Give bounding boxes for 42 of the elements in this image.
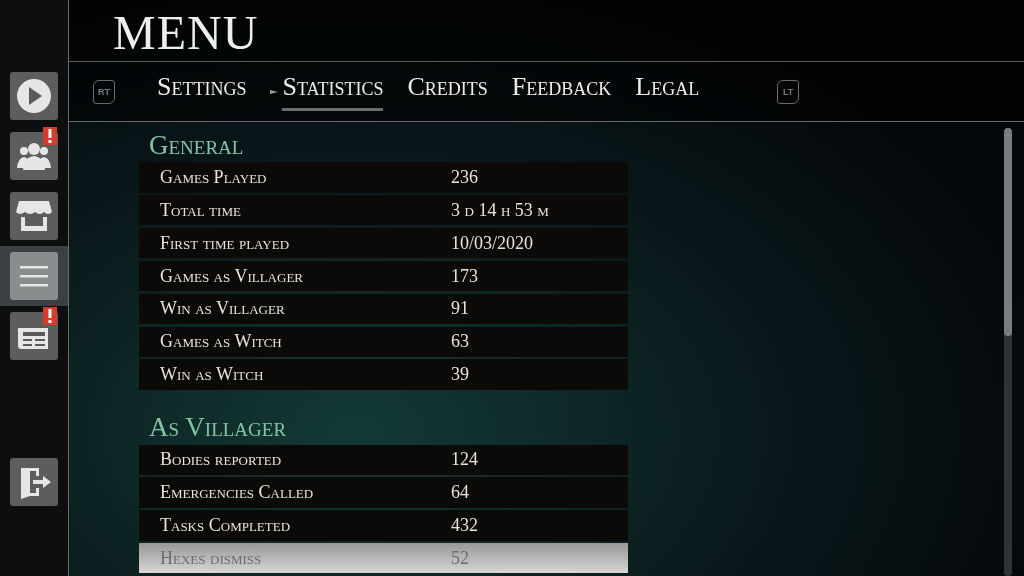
sidebar-button[interactable] [10, 252, 58, 300]
stat-label: Hexes dismiss [159, 547, 263, 569]
tab[interactable]: Credits [407, 72, 488, 111]
stat-label: First time played [159, 232, 291, 254]
section-heading: As Villager [148, 411, 288, 445]
stat-value: 91 [451, 298, 470, 320]
tab[interactable]: Statistics [282, 72, 384, 111]
stat-value: 63 [451, 331, 470, 353]
sidebar-button[interactable] [10, 72, 58, 120]
play-icon [14, 76, 54, 116]
sidebar-button[interactable] [10, 312, 58, 360]
stat-value: 173 [451, 265, 479, 287]
stat-label: Games Played [159, 166, 268, 188]
pointer-icon [270, 87, 279, 96]
shoulder-key-hint: LT [777, 79, 800, 104]
tab[interactable]: Legal [635, 72, 700, 111]
section-heading: General [148, 129, 245, 162]
tab[interactable]: Feedback [511, 72, 612, 111]
stat-value: 432 [451, 514, 479, 536]
stat-label: Win as Villager [159, 298, 286, 320]
stat-value: 64 [451, 482, 470, 504]
stat-value: 52 [451, 547, 470, 569]
sidebar-button[interactable] [10, 192, 58, 240]
scrollbar[interactable] [1004, 128, 1012, 576]
scrollbar-thumb[interactable] [1004, 128, 1012, 336]
stat-label: Tasks Completed [159, 514, 292, 536]
stat-value: 236 [451, 166, 479, 188]
stat-label: Total time [159, 199, 242, 221]
tab[interactable]: Settings [157, 72, 247, 111]
stat-value: 39 [451, 364, 470, 386]
stat-value: 10/03/2020 [451, 232, 534, 254]
stat-label: Emergencies Called [159, 482, 315, 504]
stat-value: 3 d 14 h 53 m [451, 199, 550, 221]
stat-label: Games as Villager [159, 265, 304, 287]
stat-label: Games as Witch [159, 331, 283, 353]
shoulder-key-hint: RT [93, 79, 115, 104]
menu-title: MENU [113, 5, 259, 60]
stat-value: 124 [451, 449, 479, 471]
stat-label: Win as Witch [159, 364, 265, 386]
exit-button[interactable] [10, 458, 58, 506]
sidebar-button[interactable] [10, 132, 58, 180]
stat-label: Bodies reported [159, 449, 283, 471]
